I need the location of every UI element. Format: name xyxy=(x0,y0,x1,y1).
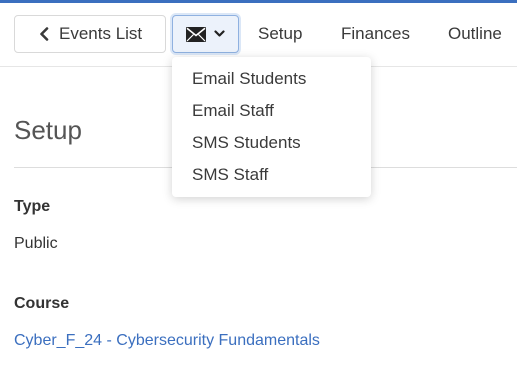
course-link[interactable]: Cyber_F_24 - Cybersecurity Fundamentals xyxy=(14,332,320,350)
chevron-down-icon xyxy=(214,30,225,38)
envelope-icon xyxy=(186,26,206,42)
events-list-label: Events List xyxy=(59,24,143,43)
menu-item-sms-students[interactable]: SMS Students xyxy=(172,131,371,163)
nav-finances[interactable]: Finances xyxy=(341,24,410,44)
menu-item-sms-staff[interactable]: SMS Staff xyxy=(172,163,371,195)
course-label: Course xyxy=(14,295,70,312)
type-label: Type xyxy=(14,198,51,215)
menu-item-email-students[interactable]: Email Students xyxy=(172,67,371,99)
events-list-button[interactable]: Events List xyxy=(14,15,166,53)
menu-item-email-staff[interactable]: Email Staff xyxy=(172,99,371,131)
chevron-left-icon xyxy=(39,27,49,41)
message-dropdown-menu: Email Students Email Staff SMS Students … xyxy=(172,57,371,197)
page-title: Setup xyxy=(14,115,82,145)
nav-setup[interactable]: Setup xyxy=(258,24,302,44)
type-value: Public xyxy=(14,235,58,252)
nav-outline[interactable]: Outline xyxy=(448,24,502,44)
message-menu-button[interactable] xyxy=(172,15,239,53)
